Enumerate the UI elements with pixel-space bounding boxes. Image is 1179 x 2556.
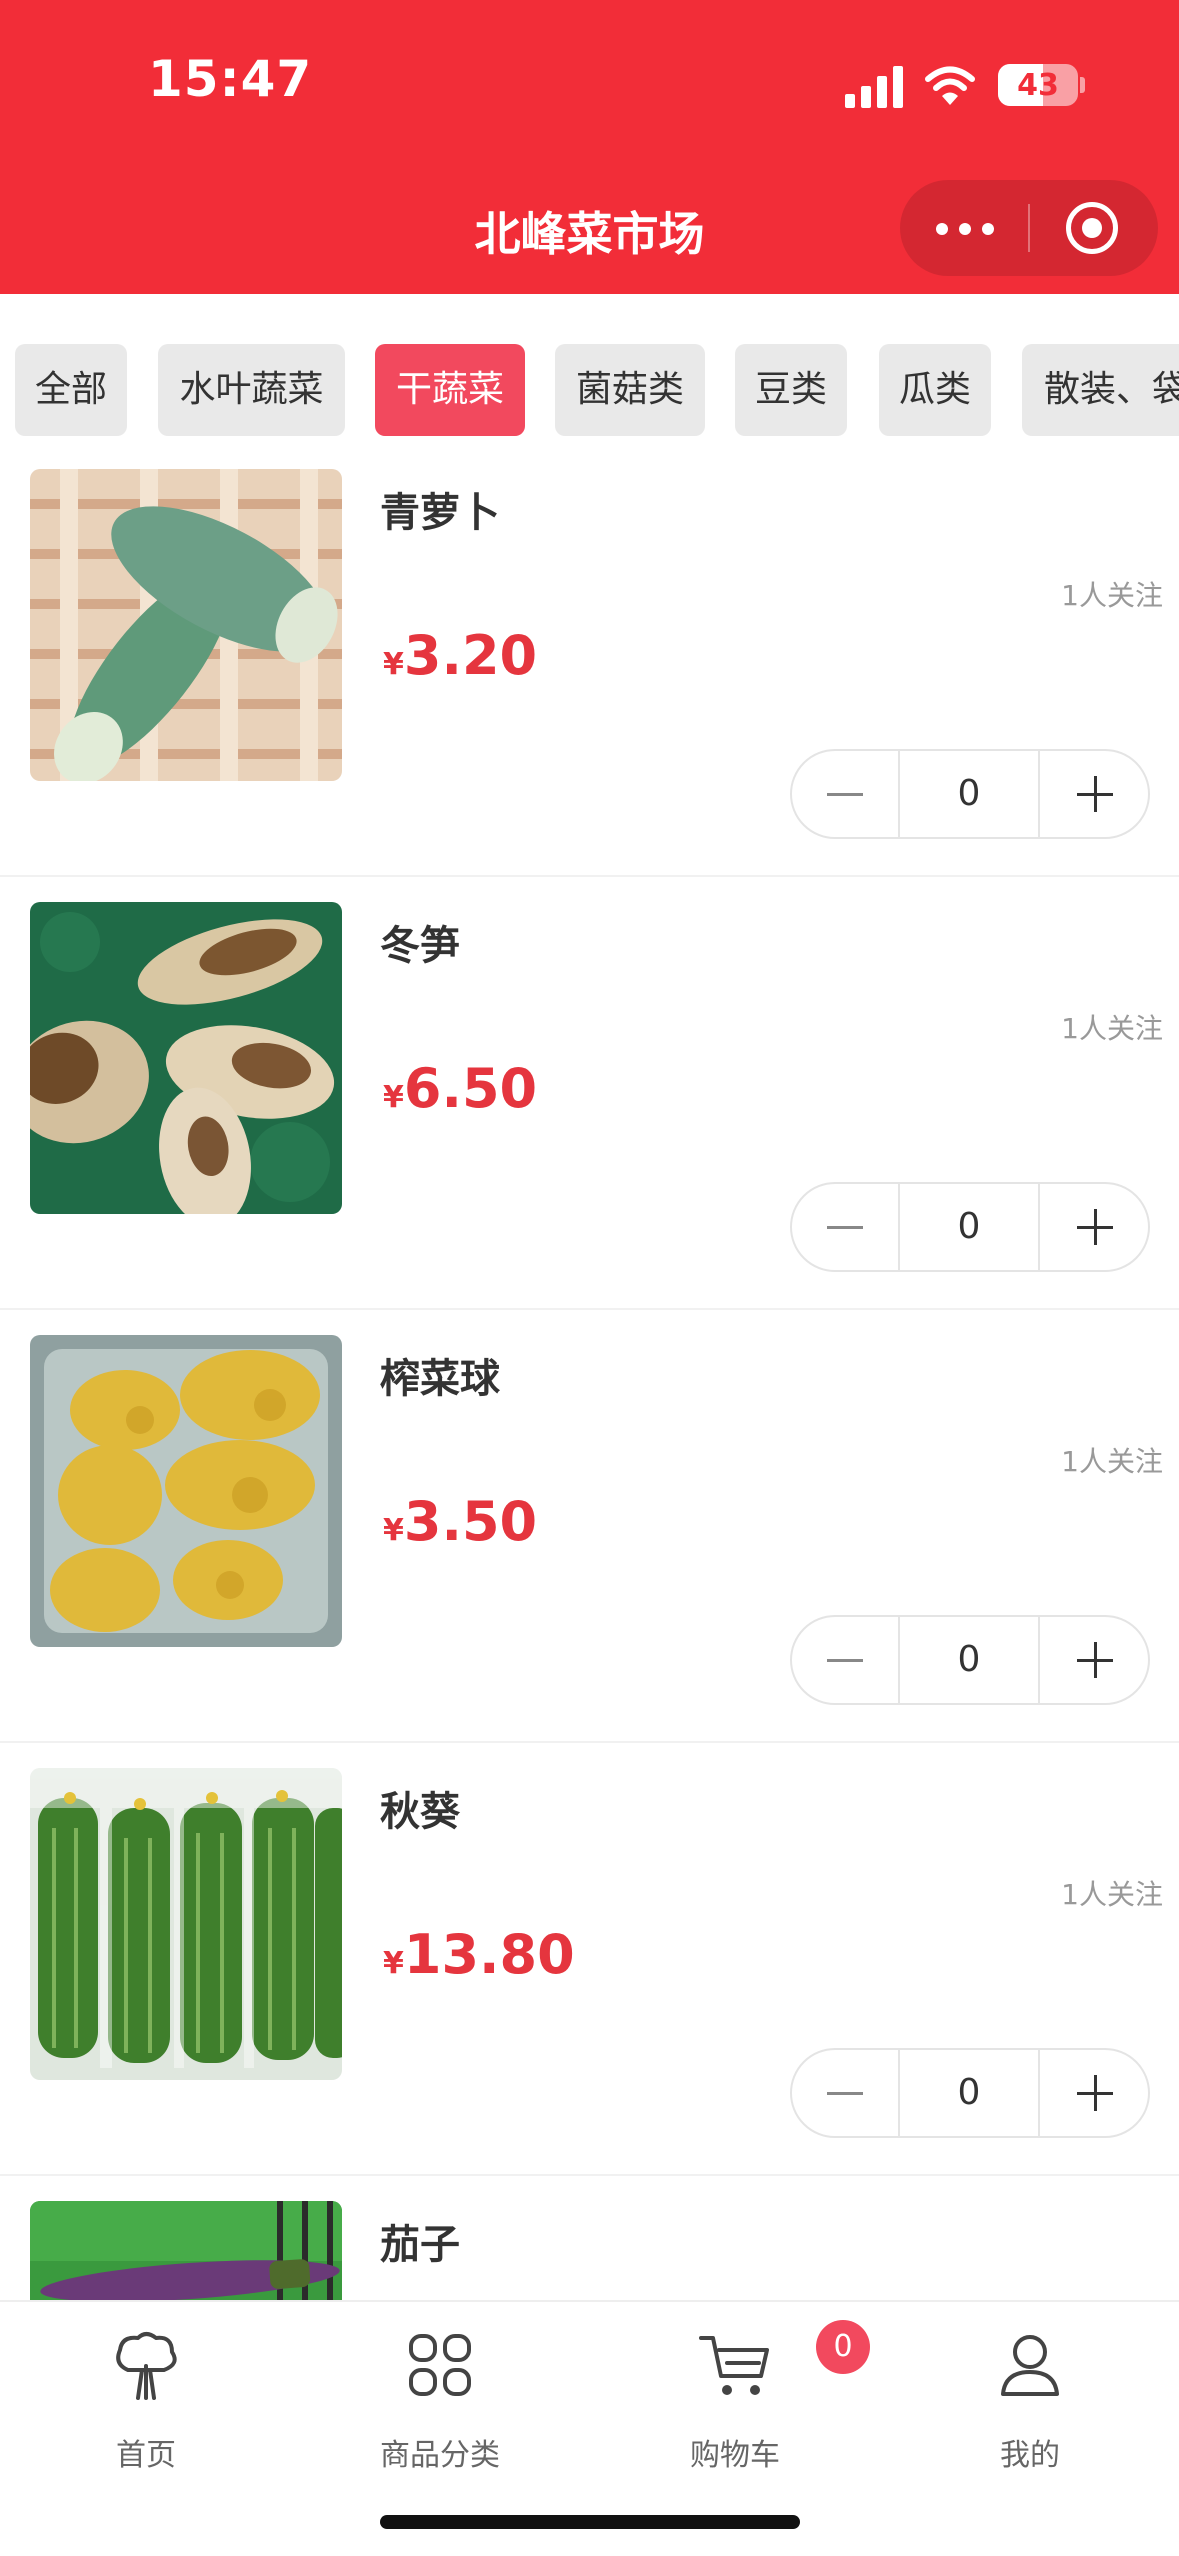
quantity-value[interactable]: 0 (898, 751, 1040, 837)
product-item[interactable]: 榨菜球 1人关注 ¥3.50 0 (0, 1310, 1179, 1743)
decrease-quantity-button[interactable] (792, 751, 898, 837)
product-name: 秋葵 (380, 1789, 460, 1835)
status-time: 15:47 (148, 50, 313, 108)
nav-profile-label: 我的 (1000, 2438, 1060, 2473)
product-image[interactable] (30, 1335, 342, 1647)
tab-dry-vegetables[interactable]: 干蔬菜 (375, 344, 525, 436)
decrease-quantity-button[interactable] (792, 1617, 898, 1703)
quantity-value[interactable]: 0 (898, 1184, 1040, 1270)
more-options-icon[interactable] (930, 204, 1000, 252)
product-image[interactable] (30, 902, 342, 1214)
increase-quantity-button[interactable] (1042, 751, 1148, 837)
quantity-value[interactable]: 0 (898, 2050, 1040, 2136)
tab-melons[interactable]: 瓜类 (879, 344, 991, 436)
tab-all[interactable]: 全部 (15, 344, 127, 436)
product-name: 茄子 (380, 2222, 460, 2268)
vegetable-icon (116, 2332, 177, 2400)
nav-home-label: 首页 (116, 2438, 176, 2473)
product-name: 榨菜球 (380, 1356, 500, 1402)
nav-cart[interactable]: 购物车 (635, 2312, 835, 2473)
cart-icon (699, 2336, 769, 2395)
increase-quantity-button[interactable] (1042, 1184, 1148, 1270)
decrease-quantity-button[interactable] (792, 2050, 898, 2136)
follower-count: 1人关注 (1061, 1012, 1163, 1045)
product-name: 青萝卜 (380, 490, 500, 536)
tab-mushrooms[interactable]: 菌菇类 (555, 344, 705, 436)
increase-quantity-button[interactable] (1042, 2050, 1148, 2136)
increase-quantity-button[interactable] (1042, 1617, 1148, 1703)
product-price: ¥3.50 (383, 1490, 538, 1553)
product-item[interactable]: 冬笋 1人关注 ¥6.50 0 (0, 877, 1179, 1310)
product-item[interactable]: 茄子 (0, 2176, 1179, 2300)
quantity-stepper: 0 (790, 1182, 1150, 1272)
product-price: ¥13.80 (383, 1923, 575, 1986)
battery-level: 43 (1017, 68, 1059, 103)
quantity-stepper: 0 (790, 2048, 1150, 2138)
product-item[interactable]: 秋葵 1人关注 ¥13.80 0 (0, 1743, 1179, 2176)
quantity-stepper: 0 (790, 1615, 1150, 1705)
follower-count: 1人关注 (1061, 1878, 1163, 1911)
miniprogram-capsule (900, 180, 1158, 276)
quantity-value[interactable]: 0 (898, 1617, 1040, 1703)
nav-profile[interactable]: 我的 (930, 2312, 1130, 2473)
close-miniprogram-icon[interactable] (1066, 202, 1118, 254)
product-image[interactable] (30, 469, 342, 781)
user-icon (1001, 2335, 1059, 2396)
quantity-stepper: 0 (790, 749, 1150, 839)
decrease-quantity-button[interactable] (792, 1184, 898, 1270)
home-indicator[interactable] (380, 2515, 800, 2529)
nav-home[interactable]: 首页 (46, 2312, 246, 2473)
product-price: ¥6.50 (383, 1057, 538, 1120)
category-tabs: 全部 水叶蔬菜 干蔬菜 菌菇类 豆类 瓜类 散装、袋 (0, 294, 1179, 444)
wifi-icon (925, 66, 975, 105)
product-list: 青萝卜 1人关注 ¥3.20 0 冬笋 1人关注 ¥6.50 0 榨菜球 1人关… (0, 444, 1179, 2300)
battery-icon: 43 (998, 64, 1078, 106)
cart-count-badge: 0 (816, 2320, 870, 2374)
product-image[interactable] (30, 2201, 342, 2300)
follower-count: 1人关注 (1061, 1445, 1163, 1478)
nav-categories-label: 商品分类 (380, 2438, 500, 2473)
nav-cart-label: 购物车 (690, 2438, 780, 2473)
product-image[interactable] (30, 1768, 342, 2080)
follower-count: 1人关注 (1061, 579, 1163, 612)
tab-beans[interactable]: 豆类 (735, 344, 847, 436)
product-item[interactable]: 青萝卜 1人关注 ¥3.20 0 (0, 444, 1179, 877)
app-header: 15:47 43 北峰菜市场 (0, 0, 1179, 294)
cellular-signal-icon (845, 66, 905, 108)
grid-icon (409, 2334, 471, 2396)
nav-categories[interactable]: 商品分类 (340, 2312, 540, 2473)
tab-leafy-vegetables[interactable]: 水叶蔬菜 (158, 344, 345, 436)
product-price: ¥3.20 (383, 624, 538, 687)
product-name: 冬笋 (380, 923, 460, 969)
tab-bulk-bagged[interactable]: 散装、袋 (1022, 344, 1179, 436)
